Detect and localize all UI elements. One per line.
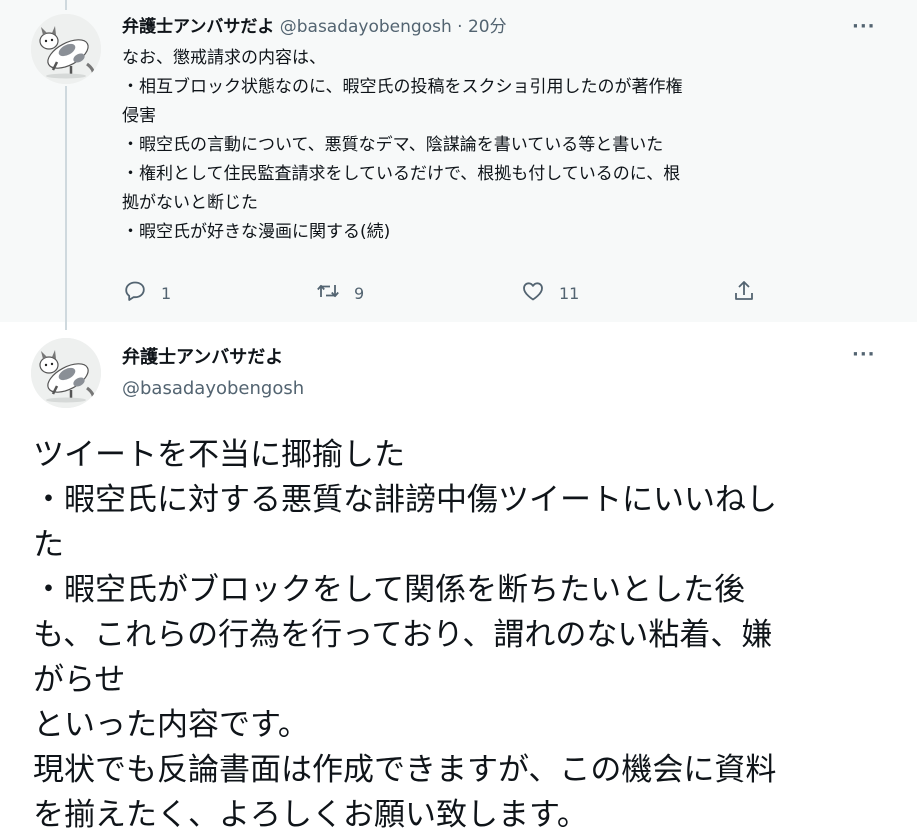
like-button[interactable]: 11 [521,276,579,306]
tweet-text-line: がらせ [33,662,126,698]
thread-connector-line [65,86,67,330]
tweet-text-line: 拠がないと断じた [122,193,258,213]
tweet-text: なお、懲戒請求の内容は、 ・相互ブロック状態なのに、暇空氏の投稿をスクショ引用し… [122,44,882,247]
tweet-text-line: ・相互ブロック状態なのに、暇空氏の投稿をスクショ引用したのが著作権 [122,77,683,97]
tweet-timestamp[interactable]: 20分 [468,17,507,37]
share-icon [735,281,753,300]
more-icon[interactable]: ··· [852,344,876,365]
like-count: 11 [559,283,580,303]
user-handle[interactable]: @basadayobengosh [280,17,452,37]
display-name[interactable]: 弁護士アンバサだよ [122,17,274,37]
reply-icon [125,281,145,301]
tweet-text-line: ・暇空氏がブロックをして関係を断ちたいとした後 [33,572,746,608]
tweet-text-line: といった内容です。 [33,707,309,743]
tweet-text-line: を揃えたく、よろしくお願い致します。 [33,797,588,833]
more-icon[interactable]: ··· [852,16,876,37]
display-name[interactable]: 弁護士アンバサだよ [122,346,283,370]
retweet-icon [317,284,339,298]
user-handle[interactable]: @basadayobengosh [122,377,304,401]
share-button[interactable] [732,276,756,306]
tweet-text-line: 現状でも反論書面は作成できますが、この機会に資料 [33,752,777,788]
separator-dot: · [451,17,468,37]
tweet-text-line: ツイートを不当に揶揄した [33,437,405,473]
tweet-text-line: も、これらの行為を行っており、謂れのない粘着、嫌 [33,617,773,653]
tweet-text-line: ・権利として住民監査請求をしているだけで、根拠も付しているのに、根 [122,164,681,184]
heart-icon [523,282,543,301]
tweet-text-line: ・暇空氏に対する悪質な誹謗中傷ツイートにいいねし [33,482,777,518]
tweet-text-line: ・暇空氏の言動について、悪質なデマ、陰謀論を書いている等と書いた [122,135,664,155]
avatar-image [31,14,101,84]
thread-line-top [65,0,67,10]
tweet-text-line: なお、懲戒請求の内容は、 [122,48,326,68]
avatar-image [31,338,101,408]
tweet-header: 弁護士アンバサだよ @basadayobengosh · 20分 [122,16,507,38]
avatar[interactable] [31,338,101,408]
tweet-text-line: ・暇空氏が好きな漫画に関する(続) [122,222,391,242]
retweet-count: 9 [354,283,365,303]
tweet-text-line: た [33,527,64,563]
tweet-text: ツイートを不当に揶揄した ・暇空氏に対する悪質な誹謗中傷ツイートにいいねし た … [33,433,893,838]
avatar[interactable] [31,14,101,84]
reply-button[interactable]: 1 [123,276,171,306]
parent-tweet[interactable]: 弁護士アンバサだよ @basadayobengosh · 20分 ··· なお、… [0,0,917,330]
tweet-text-line: 侵害 [122,106,156,126]
reply-count: 1 [161,283,172,303]
retweet-button[interactable]: 9 [316,276,364,306]
